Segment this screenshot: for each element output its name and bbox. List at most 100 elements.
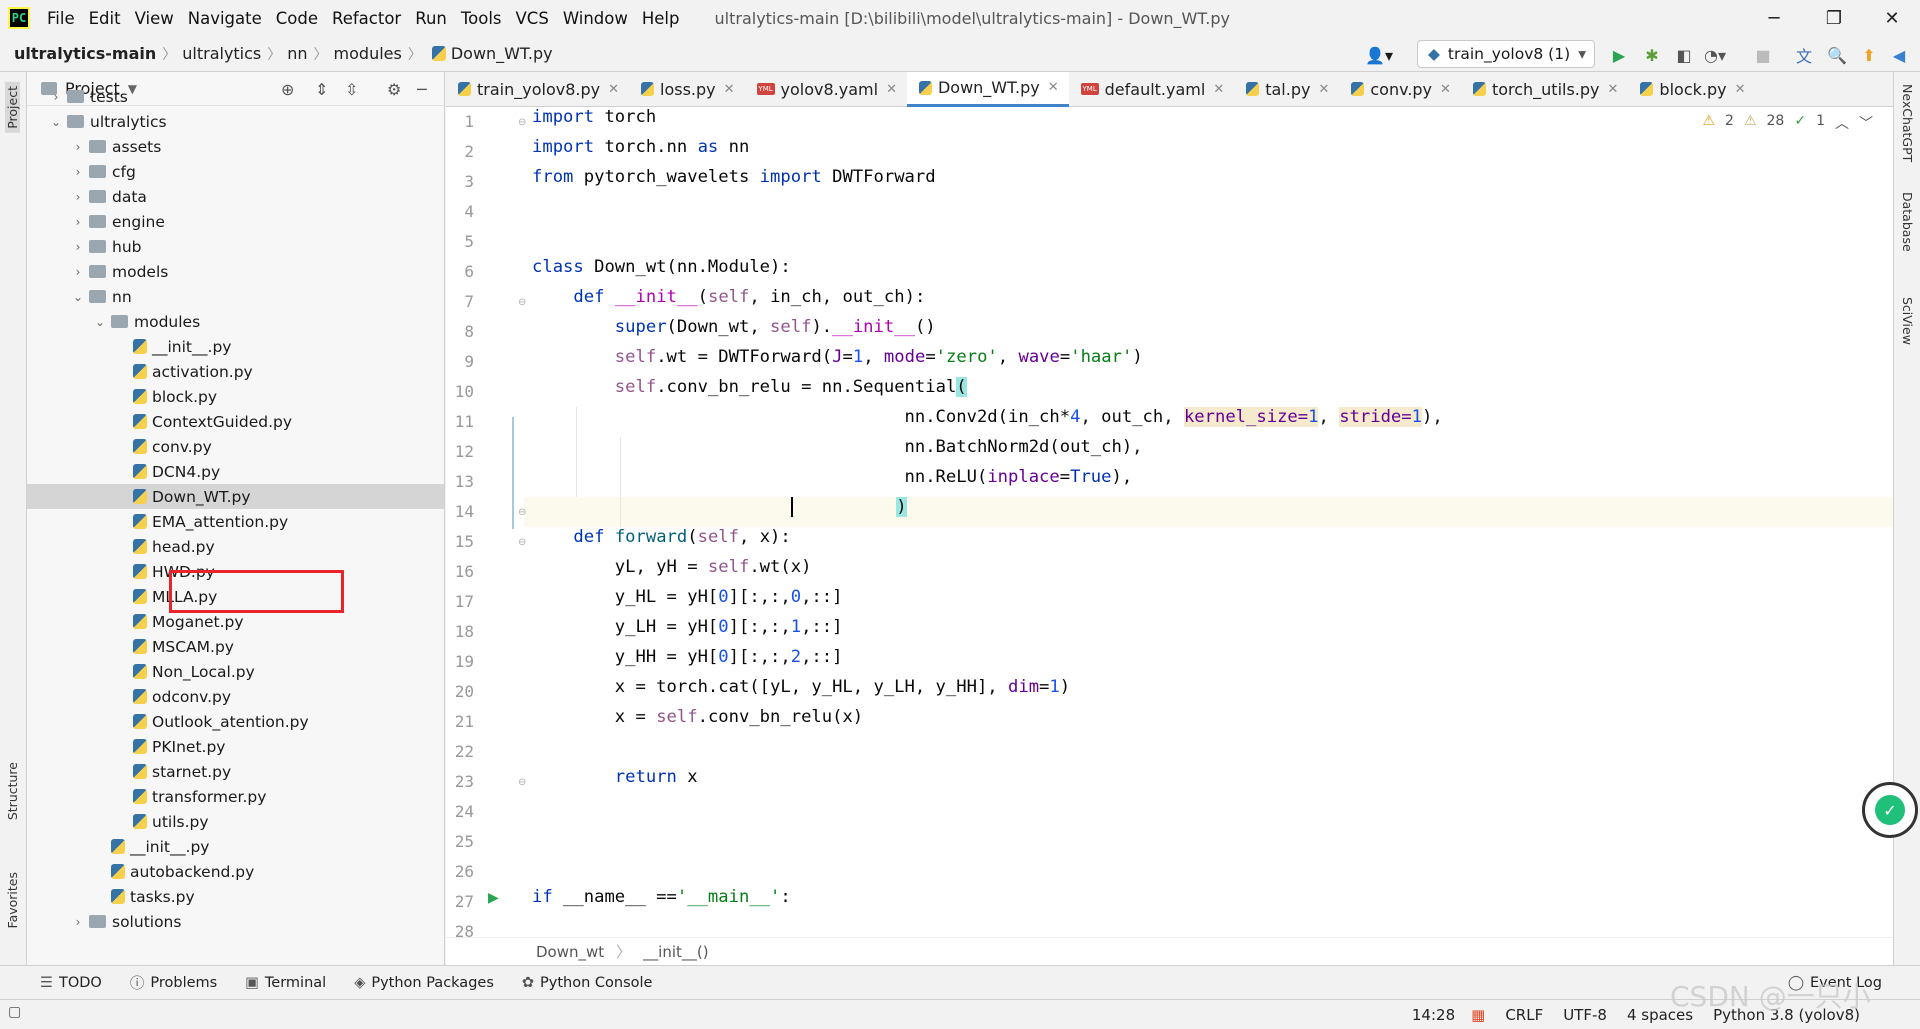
editor-tab[interactable]: conv.py ✕ (1339, 72, 1461, 107)
close-tab-icon[interactable]: ✕ (1048, 80, 1059, 95)
tree-item[interactable]: › data (27, 184, 444, 209)
fold-icon[interactable]: ⊖ (518, 537, 526, 548)
tree-item[interactable]: › solutions (27, 909, 444, 934)
editor-tab[interactable]: Down_WT.py ✕ (906, 71, 1069, 107)
chevron-icon[interactable]: › (71, 265, 85, 279)
menu-vcs[interactable]: VCS (509, 9, 556, 28)
code-editor[interactable]: 1 2 3 4 5 6 7 8 9 10 11 12 13 14 15 16 17 18 19 20 21 22 23 24 2… (446, 107, 1893, 941)
chevron-icon[interactable]: ⌄ (93, 315, 107, 329)
close-tab-icon[interactable]: ✕ (608, 82, 619, 97)
sciview-tool-tab[interactable]: SciView (1900, 297, 1915, 345)
tree-item[interactable]: ⌄ nn (27, 284, 444, 309)
update-icon[interactable]: ⬆ (1858, 44, 1880, 66)
inspection-widget[interactable]: ⚠ 2 ⚠ 28 ✓ 1 ︿ ﹀ (1702, 113, 1873, 133)
close-tab-icon[interactable]: ✕ (1735, 82, 1746, 97)
tree-item[interactable]: › hub (27, 234, 444, 259)
fold-icon[interactable]: ⊖ (518, 117, 526, 128)
menu-run[interactable]: Run (408, 9, 454, 28)
file-encoding[interactable]: UTF-8 (1563, 1006, 1607, 1024)
tree-item[interactable]: Outlook_atention.py (27, 709, 444, 734)
run-icon[interactable]: ▶ (1608, 44, 1630, 66)
line-separator[interactable]: CRLF (1505, 1006, 1543, 1024)
fold-icon[interactable]: ⊖ (518, 507, 526, 518)
tree-item[interactable]: block.py (27, 384, 444, 409)
breadcrumb-ultralytics[interactable]: ultralytics (182, 44, 261, 63)
close-tab-icon[interactable]: ✕ (1318, 82, 1329, 97)
tree-item[interactable]: › models (27, 259, 444, 284)
editor-tab[interactable]: loss.py ✕ (629, 72, 745, 107)
menu-file[interactable]: File (40, 9, 82, 28)
tree-item[interactable]: activation.py (27, 359, 444, 384)
run-configuration-select[interactable]: ◆ train_yolov8 (1) ▾ (1417, 40, 1595, 68)
tree-item[interactable]: ⌄ ultralytics (27, 109, 444, 134)
menu-window[interactable]: Window (556, 9, 635, 28)
editor-tab[interactable]: tal.py ✕ (1234, 72, 1339, 107)
stop-icon[interactable]: ■ (1752, 44, 1774, 66)
tree-item[interactable]: › tests (27, 84, 444, 109)
code-breadcrumb-method[interactable]: __init__() (643, 943, 708, 961)
editor-tab[interactable]: train_yolov8.py ✕ (446, 72, 629, 107)
tree-item[interactable]: conv.py (27, 434, 444, 459)
tree-item[interactable]: utils.py (27, 809, 444, 834)
search-icon[interactable]: 🔍 (1826, 44, 1848, 66)
problems-tool[interactable]: ⓘ Problems (130, 972, 217, 993)
menu-code[interactable]: Code (269, 9, 325, 28)
python-interpreter[interactable]: Python 3.8 (yolov8) (1713, 1006, 1860, 1024)
close-tab-icon[interactable]: ✕ (1440, 82, 1451, 97)
python-packages-tool[interactable]: ◈ Python Packages (354, 975, 494, 991)
tree-item[interactable]: __init__.py (27, 334, 444, 359)
tree-item[interactable]: ContextGuided.py (27, 409, 444, 434)
tree-item[interactable]: autobackend.py (27, 859, 444, 884)
menu-help[interactable]: Help (635, 9, 687, 28)
close-tab-icon[interactable]: ✕ (886, 82, 897, 97)
tree-item[interactable]: EMA_attention.py (27, 509, 444, 534)
run-main-icon[interactable]: ▶ (488, 890, 499, 906)
nexchatgpt-tool-tab[interactable]: NexChatGPT (1900, 84, 1915, 162)
plugin-icon[interactable]: ◀ (1888, 44, 1910, 66)
database-tool-tab[interactable]: Database (1900, 192, 1915, 252)
chevron-icon[interactable]: › (71, 215, 85, 229)
tree-item[interactable]: head.py (27, 534, 444, 559)
fold-icon[interactable]: ⊖ (518, 777, 526, 788)
cursor-position[interactable]: 14:28 (1412, 1006, 1455, 1024)
tree-item[interactable]: PKInet.py (27, 734, 444, 759)
favorites-tool-tab[interactable]: Favorites (5, 872, 20, 928)
tree-item[interactable]: DCN4.py (27, 459, 444, 484)
chevron-icon[interactable]: › (71, 190, 85, 204)
python-console-tool[interactable]: ✿ Python Console (522, 975, 653, 991)
user-icon[interactable]: 👤▾ (1362, 44, 1396, 66)
tree-item[interactable]: starnet.py (27, 759, 444, 784)
editor-tab[interactable]: YML yolov8.yaml ✕ (745, 72, 907, 107)
structure-tool-tab[interactable]: Structure (5, 762, 20, 820)
close-tab-icon[interactable]: ✕ (1213, 82, 1224, 97)
chevron-icon[interactable]: › (71, 140, 85, 154)
menu-edit[interactable]: Edit (82, 9, 128, 28)
fold-icon[interactable]: ⊖ (518, 297, 526, 308)
close-window-icon[interactable]: ✕ (1864, 0, 1920, 36)
chevron-icon[interactable]: ⌄ (49, 115, 63, 129)
layout-toggle-icon[interactable]: ▢ (8, 1004, 21, 1020)
tree-item[interactable]: odconv.py (27, 684, 444, 709)
code-breadcrumb-class[interactable]: Down_wt (536, 943, 604, 961)
tree-item[interactable]: › assets (27, 134, 444, 159)
project-tool-tab[interactable]: Project (5, 82, 20, 133)
restore-icon[interactable]: ❐ (1806, 0, 1862, 36)
chevron-down-icon[interactable]: ﹀ (1859, 113, 1873, 133)
profile-icon[interactable]: ◔▾ (1704, 44, 1726, 66)
chevron-icon[interactable]: › (49, 90, 63, 104)
chevron-icon[interactable]: ⌄ (71, 290, 85, 304)
menu-refactor[interactable]: Refactor (325, 9, 408, 28)
breadcrumb-modules[interactable]: modules (334, 44, 402, 63)
menu-navigate[interactable]: Navigate (181, 9, 269, 28)
tree-item[interactable]: __init__.py (27, 834, 444, 859)
editor-tab[interactable]: YML default.yaml ✕ (1069, 72, 1235, 107)
tree-item[interactable]: Down_WT.py (27, 484, 444, 509)
terminal-tool[interactable]: ▣ Terminal (245, 975, 326, 991)
nexchatgpt-floating-button[interactable]: ✓ (1862, 782, 1918, 838)
close-tab-icon[interactable]: ✕ (1608, 82, 1619, 97)
tree-item[interactable]: MSCAM.py (27, 634, 444, 659)
translate-icon[interactable]: 文 (1793, 44, 1815, 66)
tree-item[interactable]: transformer.py (27, 784, 444, 809)
coverage-icon[interactable]: ◧ (1673, 44, 1695, 66)
chevron-up-icon[interactable]: ︿ (1835, 113, 1849, 133)
